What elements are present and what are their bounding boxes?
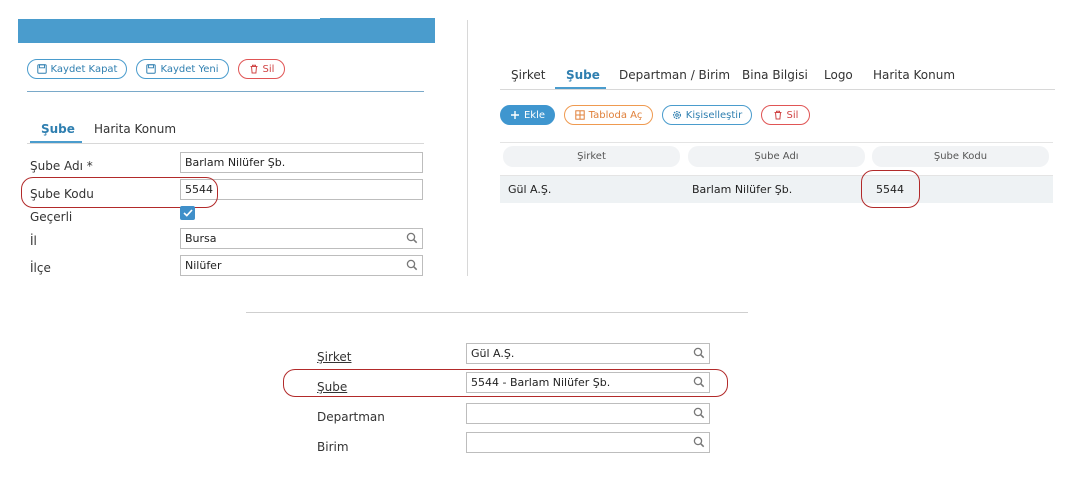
customize-label: Kişiselleştir (685, 109, 743, 121)
grid-top-border (500, 142, 1053, 143)
tab-sube[interactable]: Şube (41, 122, 75, 136)
open-table-button[interactable]: Tabloda Aç (564, 105, 653, 125)
company-value: Gül A.Ş. (471, 347, 515, 360)
tab-harita-konum[interactable]: Harita Konum (873, 68, 955, 82)
branch-name-input[interactable]: Barlam Nilüfer Şb. (180, 152, 423, 173)
table-grid-icon (574, 110, 585, 120)
unit-lookup[interactable] (466, 432, 710, 453)
company-lookup[interactable]: Gül A.Ş. (466, 343, 710, 364)
checkmark-icon (182, 209, 193, 217)
district-label: İlçe (30, 261, 51, 275)
save-close-label: Kaydet Kapat (50, 63, 118, 75)
tab-logo[interactable]: Logo (824, 68, 853, 82)
gear-icon (672, 110, 681, 120)
tab-bina-bilgisi[interactable]: Bina Bilgisi (742, 68, 808, 82)
unit-label: Birim (317, 440, 349, 454)
tab-divider (500, 89, 1055, 90)
tab-sube[interactable]: Şube (566, 68, 600, 82)
toolbar-divider (27, 91, 424, 92)
tab-harita-konum[interactable]: Harita Konum (94, 122, 176, 136)
branch-lookup-highlight (283, 369, 728, 397)
save-new-label: Kaydet Yeni (160, 63, 219, 75)
save-close-button[interactable]: Kaydet Kapat (27, 59, 127, 79)
customize-button[interactable]: Kişiselleştir (662, 105, 752, 125)
search-icon[interactable] (693, 407, 705, 419)
add-label: Ekle (523, 109, 546, 121)
column-header-sube-kodu[interactable]: Şube Kodu (872, 146, 1049, 167)
form-header-notch (320, 18, 435, 19)
add-button[interactable]: Ekle (500, 105, 555, 125)
branch-code-cell-highlight (861, 170, 920, 208)
valid-label: Geçerli (30, 210, 73, 224)
branch-name-label: Şube Adı * (30, 159, 93, 173)
search-icon[interactable] (693, 347, 705, 359)
column-header-sube-adi[interactable]: Şube Adı (688, 146, 865, 167)
section-divider (246, 312, 748, 313)
save-new-button[interactable]: Kaydet Yeni (136, 59, 229, 79)
search-icon[interactable] (693, 436, 705, 448)
cell-sube-adi: Barlam Nilüfer Şb. (692, 183, 793, 196)
province-lookup[interactable]: Bursa (180, 228, 423, 249)
province-value: Bursa (185, 232, 217, 245)
search-icon[interactable] (406, 259, 418, 271)
cell-sirket: Gül A.Ş. (508, 183, 552, 196)
tab-sirket[interactable]: Şirket (511, 68, 546, 82)
column-header-sirket[interactable]: Şirket (503, 146, 680, 167)
panel-separator (467, 20, 468, 276)
province-label: İl (30, 234, 37, 248)
delete-label: Sil (262, 63, 275, 75)
search-icon[interactable] (406, 232, 418, 244)
trash-icon (250, 64, 258, 74)
tab-divider (27, 143, 424, 144)
delete-button[interactable]: Sil (238, 59, 285, 79)
delete-label: Sil (786, 109, 799, 121)
department-label: Departman (317, 410, 385, 424)
floppy-disk-icon (36, 64, 47, 74)
tab-departman-birim[interactable]: Departman / Birim (619, 68, 730, 82)
form-header-bar (18, 19, 435, 43)
district-lookup[interactable]: Nilüfer (180, 255, 423, 276)
district-value: Nilüfer (185, 259, 222, 272)
plus-icon (510, 111, 519, 119)
company-label: Şirket (317, 350, 352, 364)
open-table-label: Tabloda Aç (588, 109, 643, 121)
trash-icon (774, 110, 782, 120)
delete-button[interactable]: Sil (761, 105, 810, 125)
department-lookup[interactable] (466, 403, 710, 424)
branch-name-value: Barlam Nilüfer Şb. (185, 156, 286, 169)
floppy-disk-icon (146, 64, 157, 74)
branch-code-highlight (21, 177, 218, 208)
valid-checkbox[interactable] (180, 206, 195, 220)
